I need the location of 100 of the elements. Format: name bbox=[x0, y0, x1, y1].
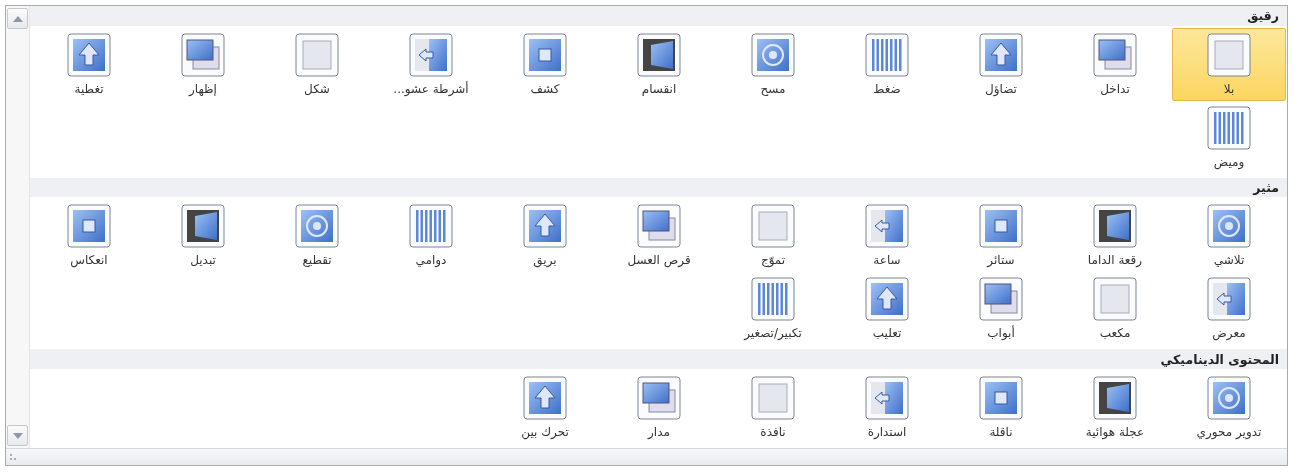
transition-option[interactable]: تدوير محوري bbox=[1172, 371, 1286, 444]
transition-option[interactable]: ناقلة bbox=[944, 371, 1058, 444]
slide-thumbnail-icon bbox=[1207, 105, 1251, 150]
transition-option[interactable]: استدارة bbox=[830, 371, 944, 444]
slide-thumbnail-icon bbox=[409, 204, 453, 249]
slide-thumbnail-icon bbox=[295, 32, 339, 77]
slide-thumbnail-icon bbox=[1093, 376, 1137, 420]
slide-thumbnail-icon bbox=[181, 32, 225, 77]
transition-option[interactable]: قرص العسل bbox=[602, 199, 716, 273]
transition-option[interactable]: تحرك بين bbox=[488, 371, 602, 444]
transition-option[interactable]: مدار bbox=[602, 371, 716, 444]
transition-option[interactable]: مسح bbox=[716, 27, 830, 101]
option-label: تكبير/تصغير bbox=[744, 326, 802, 341]
transition-option[interactable]: ضغط bbox=[830, 27, 944, 101]
slide-thumbnail-icon bbox=[1093, 204, 1137, 249]
scroll-up-button[interactable] bbox=[7, 8, 28, 29]
transition-option[interactable]: تعليب bbox=[830, 272, 944, 346]
slide-thumbnail-icon bbox=[979, 277, 1023, 322]
section-header: رقيق bbox=[30, 6, 1287, 26]
transition-option[interactable]: دوامي bbox=[374, 199, 488, 273]
transition-option[interactable]: عجلة هوائية bbox=[1058, 371, 1172, 444]
option-label: انعكاس bbox=[70, 253, 108, 268]
option-label: تبديل bbox=[190, 253, 216, 268]
slide-thumbnail-icon bbox=[979, 376, 1023, 420]
triangle-down-icon bbox=[12, 432, 23, 439]
transition-option[interactable]: وميض bbox=[1172, 100, 1286, 174]
slide-thumbnail-icon bbox=[1207, 204, 1251, 249]
transition-option[interactable]: شكل bbox=[260, 27, 374, 101]
slide-thumbnail-icon bbox=[523, 204, 567, 249]
slide-thumbnail-icon bbox=[637, 204, 681, 249]
transition-option[interactable]: تغطية bbox=[32, 27, 146, 101]
section-header: المحتوى الديناميكي bbox=[30, 349, 1287, 369]
slide-thumbnail-icon bbox=[865, 277, 909, 322]
slide-thumbnail-icon bbox=[1207, 376, 1251, 420]
option-label: استدارة bbox=[867, 425, 907, 439]
option-label: تضاؤل bbox=[985, 81, 1017, 96]
option-label: معرض bbox=[1212, 326, 1246, 341]
option-label: أبواب bbox=[987, 326, 1015, 341]
transition-option[interactable]: أبواب bbox=[944, 272, 1058, 346]
slide-thumbnail-icon bbox=[979, 32, 1023, 77]
scroll-down-button[interactable] bbox=[7, 425, 28, 446]
option-label: نافذة bbox=[760, 425, 786, 439]
slide-thumbnail-icon bbox=[1093, 277, 1137, 322]
slide-thumbnail-icon bbox=[751, 277, 795, 322]
slide-thumbnail-icon bbox=[751, 376, 795, 420]
transition-option[interactable]: بلا bbox=[1172, 27, 1286, 101]
transition-option[interactable]: تبديل bbox=[146, 199, 260, 273]
transition-option[interactable]: أشرطة عشو... bbox=[374, 27, 488, 101]
slide-thumbnail-icon bbox=[1207, 32, 1251, 77]
slide-thumbnail-icon bbox=[1093, 32, 1137, 77]
option-label: أشرطة عشو... bbox=[393, 81, 469, 96]
slide-thumbnail-icon bbox=[751, 32, 795, 77]
slide-thumbnail-icon bbox=[67, 32, 111, 77]
option-label: دوامي bbox=[415, 253, 447, 268]
transition-option[interactable]: انقسام bbox=[602, 27, 716, 101]
option-label: مسح bbox=[760, 81, 786, 96]
transition-option[interactable]: رقعة الداما bbox=[1058, 199, 1172, 273]
transition-option[interactable]: نافذة bbox=[716, 371, 830, 444]
transition-option[interactable]: تضاؤل bbox=[944, 27, 1058, 101]
option-label: تدوير محوري bbox=[1196, 425, 1262, 439]
option-label: شكل bbox=[304, 81, 330, 96]
option-label: تعليب bbox=[872, 326, 902, 341]
slide-thumbnail-icon bbox=[409, 32, 453, 77]
option-label: تغطية bbox=[74, 81, 104, 96]
slide-thumbnail-icon bbox=[637, 32, 681, 77]
option-label: كشف bbox=[530, 81, 560, 96]
option-label: بريق bbox=[533, 253, 557, 268]
option-label: عجلة هوائية bbox=[1085, 425, 1145, 439]
transition-option[interactable]: تداخل bbox=[1058, 27, 1172, 101]
transition-option[interactable]: معرض bbox=[1172, 272, 1286, 346]
triangle-up-icon bbox=[12, 15, 23, 22]
transition-option[interactable]: إظهار bbox=[146, 27, 260, 101]
option-label: ستائر bbox=[987, 253, 1015, 268]
transition-option[interactable]: تموّج bbox=[716, 199, 830, 273]
transition-option[interactable]: ساعة bbox=[830, 199, 944, 273]
option-label: قرص العسل bbox=[627, 253, 691, 268]
option-label: انقسام bbox=[641, 81, 677, 96]
slide-thumbnail-icon bbox=[181, 204, 225, 249]
slide-thumbnail-icon bbox=[865, 376, 909, 420]
transition-option[interactable]: تكبير/تصغير bbox=[716, 272, 830, 346]
option-label: تداخل bbox=[1100, 81, 1130, 96]
transition-option[interactable]: بريق bbox=[488, 199, 602, 273]
transition-option[interactable]: كشف bbox=[488, 27, 602, 101]
slide-thumbnail-icon bbox=[67, 204, 111, 249]
option-label: تحرك بين bbox=[521, 425, 569, 439]
transition-option[interactable]: ستائر bbox=[944, 199, 1058, 273]
option-label: مكعب bbox=[1099, 326, 1131, 341]
slide-thumbnail-icon bbox=[979, 204, 1023, 249]
slide-thumbnail-icon bbox=[523, 32, 567, 77]
option-label: تقطيع bbox=[302, 253, 332, 268]
section-header: مثير bbox=[30, 177, 1287, 198]
transition-option[interactable]: تقطيع bbox=[260, 199, 374, 273]
option-label: تموّج bbox=[760, 253, 786, 268]
resize-grip-icon[interactable] bbox=[10, 454, 16, 460]
transition-option[interactable]: تلاشي bbox=[1172, 199, 1286, 273]
option-label: ناقلة bbox=[989, 425, 1013, 439]
option-label: تلاشي bbox=[1213, 253, 1245, 268]
transition-option[interactable]: انعكاس bbox=[32, 199, 146, 273]
option-label: بلا bbox=[1223, 81, 1235, 96]
transition-option[interactable]: مكعب bbox=[1058, 272, 1172, 346]
